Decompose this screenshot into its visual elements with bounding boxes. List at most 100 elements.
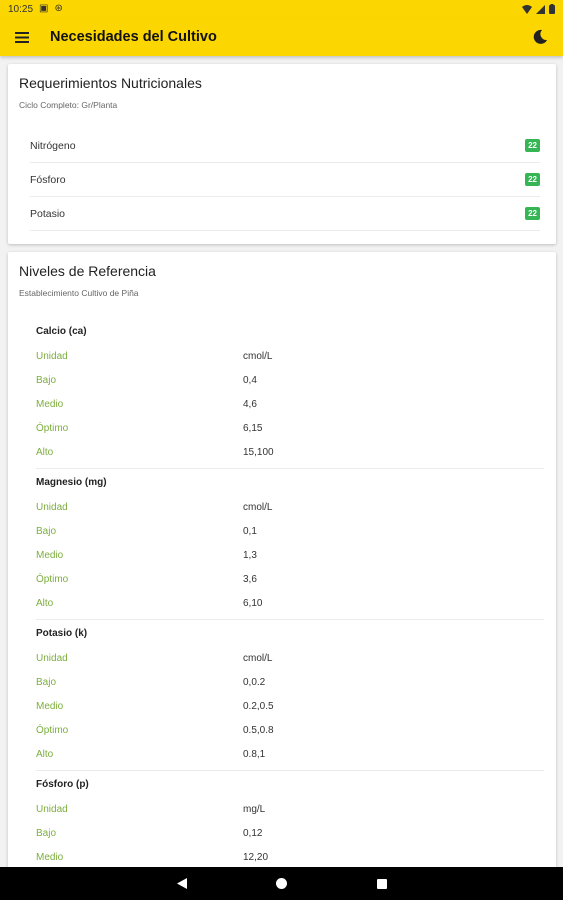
back-triangle-icon xyxy=(176,878,187,889)
reference-label: Medio xyxy=(36,549,64,561)
reference-section-magnesio: Magnesio (mg) Unidad cmol/L Bajo 0,1 Medio… xyxy=(36,471,544,615)
nutrient-row-fosforo[interactable]: Fósforo 22 xyxy=(30,163,540,197)
reference-row: Alto 15,100 xyxy=(36,440,544,464)
reference-value: mg/L xyxy=(243,803,266,815)
status-time: 10:25 xyxy=(8,3,34,15)
nutrient-badge: 22 xyxy=(525,139,540,152)
reference-value: 4,6 xyxy=(243,398,257,410)
reference-card-title: Niveles de Referencia xyxy=(19,263,156,279)
reference-value: 0.5,0.8 xyxy=(243,724,274,736)
nutrient-badge: 22 xyxy=(525,173,540,186)
reference-label: Medio xyxy=(36,700,64,712)
menu-button[interactable] xyxy=(12,27,32,47)
reference-value: 0,1 xyxy=(243,525,257,537)
back-button[interactable] xyxy=(172,874,192,894)
nutrient-label: Potasio xyxy=(30,207,66,220)
reference-value: cmol/L xyxy=(243,501,273,513)
nutrient-row-potasio[interactable]: Potasio 22 xyxy=(30,197,540,231)
reference-row: Medio 12,20 xyxy=(36,845,544,869)
reference-label: Medio xyxy=(36,851,64,863)
nutrient-badge: 22 xyxy=(525,207,540,220)
reference-section-potasio: Potasio (k) Unidad cmol/L Bajo 0,0.2 Medio… xyxy=(36,622,544,766)
reference-label: Unidad xyxy=(36,803,68,815)
reference-card-subtitle: Establecimiento Cultivo de Piña xyxy=(19,288,139,298)
reference-label: Óptimo xyxy=(36,724,69,736)
nutrients-card-title: Requerimientos Nutricionales xyxy=(19,75,202,91)
status-bar: 10:25 ▣ ⊛ xyxy=(0,0,563,18)
reference-row: Óptimo 0.5,0.8 xyxy=(36,718,544,742)
reference-label: Alto xyxy=(36,748,54,760)
reference-section-fosforo: Fósforo (p) Unidad mg/L Bajo 0,12 Medio 12,… xyxy=(36,773,544,869)
app-bar: Necesidades del Cultivo xyxy=(0,18,563,56)
reference-label: Bajo xyxy=(36,525,57,537)
reference-value: 15,100 xyxy=(243,446,274,458)
section-heading: Potasio (k) xyxy=(36,628,88,639)
app-title: Necesidades del Cultivo xyxy=(50,29,217,45)
reference-label: Alto xyxy=(36,446,54,458)
system-nav-bar xyxy=(0,867,563,900)
reference-label: Unidad xyxy=(36,350,68,362)
reference-label: Bajo xyxy=(36,676,57,688)
reference-label: Alto xyxy=(36,597,54,609)
reference-row: Bajo 0,0.2 xyxy=(36,670,544,694)
reference-row: Alto 6,10 xyxy=(36,591,544,615)
reference-value: 0,0.2 xyxy=(243,676,266,688)
reference-row: Unidad mg/L xyxy=(36,797,544,821)
reference-label: Medio xyxy=(36,398,64,410)
section-heading: Magnesio (mg) xyxy=(36,477,107,488)
reference-row: Medio 4,6 xyxy=(36,392,544,416)
reference-value: cmol/L xyxy=(243,350,273,362)
reference-label: Bajo xyxy=(36,374,57,386)
reference-value: 0,4 xyxy=(243,374,257,386)
reference-row: Unidad cmol/L xyxy=(36,646,544,670)
nutrients-card: Requerimientos Nutricionales Ciclo Compl… xyxy=(8,64,556,244)
reference-value: 0.2,0.5 xyxy=(243,700,274,712)
reference-value: cmol/L xyxy=(243,652,273,664)
reference-label: Óptimo xyxy=(36,573,69,585)
reference-label: Unidad xyxy=(36,652,68,664)
reference-label: Bajo xyxy=(36,827,57,839)
recents-button[interactable] xyxy=(372,874,392,894)
battery-icon xyxy=(549,4,555,14)
reference-value: 0,12 xyxy=(243,827,263,839)
theme-toggle-button[interactable] xyxy=(529,26,551,48)
signal-icon xyxy=(536,4,545,14)
section-heading: Fósforo (p) xyxy=(36,779,89,790)
reference-row: Bajo 0,4 xyxy=(36,368,544,392)
wifi-icon xyxy=(522,4,532,14)
reference-row: Óptimo 6,15 xyxy=(36,416,544,440)
section-divider xyxy=(36,468,544,469)
reference-label: Óptimo xyxy=(36,422,69,434)
reference-value: 3,6 xyxy=(243,573,257,585)
moon-icon xyxy=(533,29,547,44)
recents-square-icon xyxy=(376,878,387,889)
reference-value: 6,15 xyxy=(243,422,263,434)
reference-row: Medio 0.2,0.5 xyxy=(36,694,544,718)
sync-icon: ⊛ xyxy=(54,3,63,14)
reference-label: Unidad xyxy=(36,501,68,513)
reference-value: 6,10 xyxy=(243,597,263,609)
nutrient-label: Fósforo xyxy=(30,173,66,186)
nutrient-row-nitrogeno[interactable]: Nitrógeno 22 xyxy=(30,129,540,163)
section-divider xyxy=(36,770,544,771)
reference-row: Bajo 0,12 xyxy=(36,821,544,845)
reference-value: 0.8,1 xyxy=(243,748,266,760)
reference-row: Alto 0.8,1 xyxy=(36,742,544,766)
reference-row: Unidad cmol/L xyxy=(36,344,544,368)
section-heading: Calcio (ca) xyxy=(36,326,87,337)
reference-row: Unidad cmol/L xyxy=(36,495,544,519)
home-circle-icon xyxy=(276,878,287,889)
notification-icon: ▣ xyxy=(39,3,49,14)
reference-value: 1,3 xyxy=(243,549,257,561)
nutrient-label: Nitrógeno xyxy=(30,139,76,152)
reference-row: Bajo 0,1 xyxy=(36,519,544,543)
menu-icon xyxy=(15,31,29,43)
reference-row: Óptimo 3,6 xyxy=(36,567,544,591)
reference-value: 12,20 xyxy=(243,851,269,863)
reference-section-calcio: Calcio (ca) Unidad cmol/L Bajo 0,4 Medio 4,… xyxy=(36,320,544,464)
section-divider xyxy=(36,619,544,620)
nutrients-card-subtitle: Ciclo Completo: Gr/Planta xyxy=(19,100,118,110)
reference-row: Medio 1,3 xyxy=(36,543,544,567)
home-button[interactable] xyxy=(272,874,292,894)
reference-card: Niveles de Referencia Establecimiento Cu… xyxy=(8,252,556,892)
